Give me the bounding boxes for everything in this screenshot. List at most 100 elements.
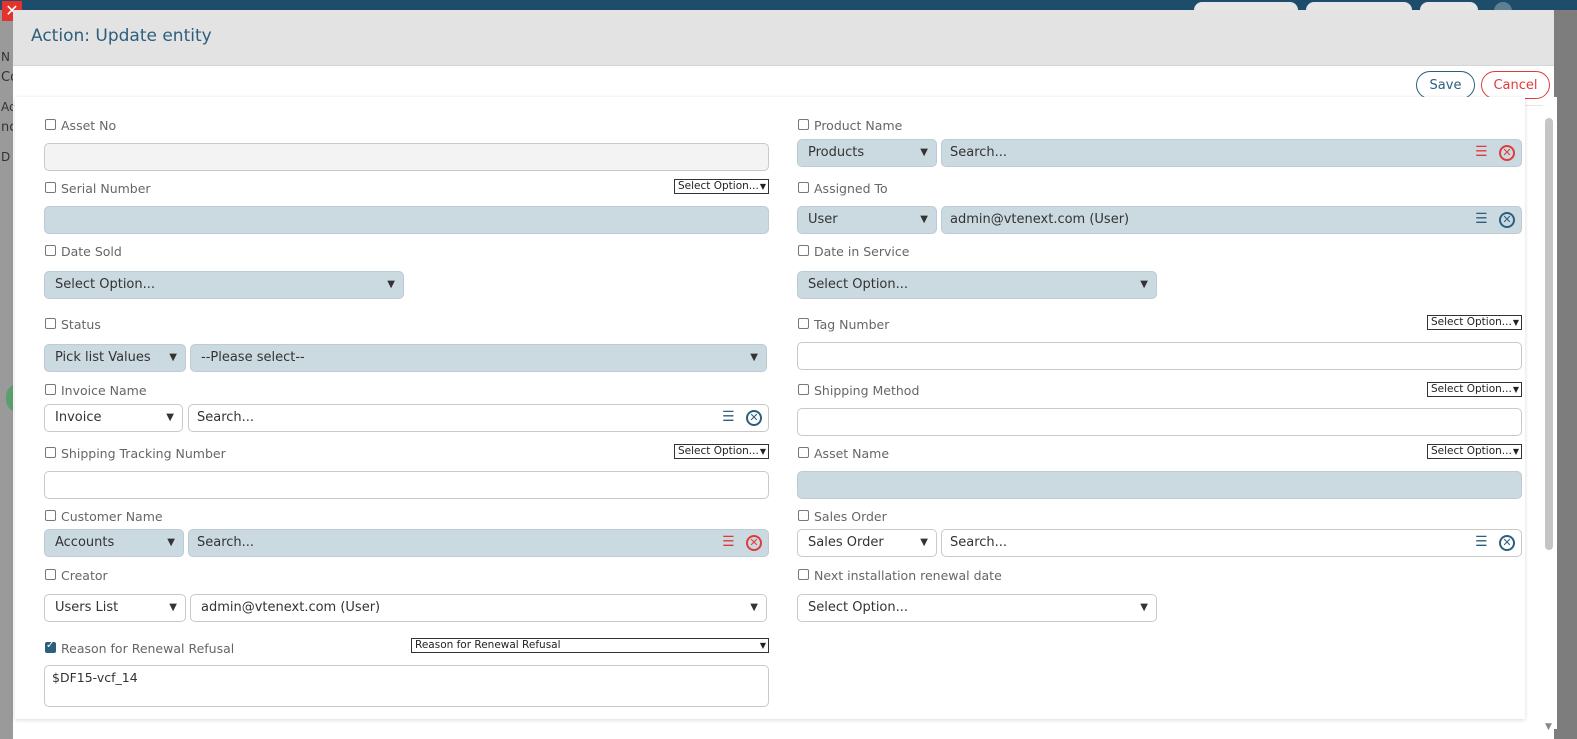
- shipping-method-option-select[interactable]: Select Option... ▼: [1427, 382, 1522, 397]
- chevron-down-icon: ▼: [920, 214, 928, 225]
- customer-search-input[interactable]: Search...: [188, 529, 769, 557]
- reason-refusal-checkbox[interactable]: [45, 640, 56, 653]
- chevron-down-icon: ▼: [1512, 318, 1519, 327]
- date-in-service-select[interactable]: Select Option... ▼: [797, 271, 1157, 299]
- list-icon[interactable]: ☰: [722, 535, 736, 549]
- asset-no-checkbox[interactable]: [45, 119, 56, 130]
- asset-no-input: [44, 143, 769, 171]
- product-name-checkbox[interactable]: [798, 119, 809, 130]
- clear-icon[interactable]: ✕: [1499, 145, 1515, 161]
- assigned-to-input[interactable]: admin@vtenext.com (User): [941, 206, 1522, 234]
- chevron-down-icon: ▼: [1140, 279, 1148, 290]
- list-icon[interactable]: ☰: [1475, 145, 1489, 159]
- shipping-tracking-number-checkbox[interactable]: [45, 447, 56, 458]
- shipping-tracking-option-select[interactable]: Select Option... ▼: [674, 444, 769, 459]
- background-text: N: [1, 50, 10, 64]
- invoice-search-input[interactable]: Search...: [188, 404, 769, 432]
- chevron-down-icon: ▼: [169, 352, 177, 363]
- asset-name-label: Asset Name: [814, 446, 890, 461]
- serial-number-label: Serial Number: [61, 181, 151, 196]
- invoice-name-checkbox[interactable]: [45, 384, 56, 395]
- next-renewal-date-checkbox[interactable]: [798, 569, 809, 580]
- scroll-down-icon[interactable]: ▼: [1545, 722, 1552, 732]
- clear-icon[interactable]: ✕: [746, 410, 762, 426]
- tag-number-checkbox[interactable]: [798, 318, 809, 329]
- chevron-down-icon: ▼: [750, 602, 758, 613]
- save-button[interactable]: Save: [1416, 71, 1475, 99]
- serial-number-checkbox[interactable]: [45, 182, 56, 193]
- next-renewal-date-label: Next installation renewal date: [814, 568, 1002, 583]
- chevron-down-icon: ▼: [1512, 385, 1519, 394]
- customer-name-checkbox[interactable]: [45, 510, 56, 521]
- reason-refusal-label: Reason for Renewal Refusal: [61, 641, 235, 656]
- clear-icon[interactable]: ✕: [1499, 535, 1515, 551]
- creator-source-select[interactable]: Users List ▼: [44, 594, 186, 622]
- chevron-down-icon: ▼: [759, 182, 766, 191]
- modal-title: Action: Update entity: [31, 26, 212, 46]
- date-in-service-checkbox[interactable]: [798, 245, 809, 256]
- date-sold-select[interactable]: Select Option... ▼: [44, 271, 404, 299]
- reason-refusal-textarea[interactable]: $DF15-vcf_14: [44, 665, 769, 707]
- product-search-input[interactable]: Search...: [941, 139, 1522, 167]
- shipping-tracking-number-label: Shipping Tracking Number: [61, 446, 226, 461]
- sales-order-module-select[interactable]: Sales Order ▼: [797, 529, 937, 557]
- status-label: Status: [61, 317, 101, 332]
- chevron-down-icon: ▼: [167, 537, 175, 548]
- tag-number-input[interactable]: [797, 342, 1522, 370]
- customer-name-label: Customer Name: [61, 509, 163, 524]
- serial-number-option-select[interactable]: Select Option... ▼: [674, 179, 769, 194]
- product-name-label: Product Name: [814, 118, 903, 133]
- chevron-down-icon: ▼: [1512, 447, 1519, 456]
- chevron-down-icon: ▼: [166, 412, 174, 423]
- creator-value-select[interactable]: admin@vtenext.com (User) ▼: [190, 594, 767, 622]
- asset-name-checkbox[interactable]: [798, 447, 809, 458]
- creator-label: Creator: [61, 568, 108, 583]
- tag-number-option-select[interactable]: Select Option... ▼: [1427, 315, 1522, 330]
- scrollbar-thumb[interactable]: [1545, 118, 1553, 550]
- cancel-button[interactable]: Cancel: [1481, 71, 1550, 99]
- date-sold-label: Date Sold: [61, 244, 122, 259]
- assigned-to-label: Assigned To: [814, 181, 888, 196]
- product-module-select[interactable]: Products ▼: [797, 139, 937, 167]
- list-icon[interactable]: ☰: [1475, 535, 1489, 549]
- chevron-down-icon: ▼: [169, 602, 177, 613]
- next-renewal-date-select[interactable]: Select Option... ▼: [797, 594, 1157, 622]
- clear-icon[interactable]: ✕: [1499, 212, 1515, 228]
- shipping-method-checkbox[interactable]: [798, 384, 809, 395]
- chevron-down-icon: ▼: [920, 147, 928, 158]
- status-value-select[interactable]: --Please select-- ▼: [190, 344, 767, 372]
- creator-checkbox[interactable]: [45, 569, 56, 580]
- list-icon[interactable]: ☰: [1475, 212, 1489, 226]
- assigned-to-type-select[interactable]: User ▼: [797, 206, 937, 234]
- chevron-down-icon: ▼: [759, 447, 766, 456]
- asset-name-option-select[interactable]: Select Option... ▼: [1427, 444, 1522, 459]
- reason-refusal-option-select[interactable]: Reason for Renewal Refusal ▼: [411, 638, 769, 653]
- customer-module-select[interactable]: Accounts ▼: [44, 529, 184, 557]
- modal-header: Action: Update entity: [13, 10, 1554, 66]
- invoice-module-select[interactable]: Invoice ▼: [44, 404, 183, 432]
- asset-name-input[interactable]: [797, 471, 1522, 499]
- chevron-down-icon: ▼: [1140, 602, 1148, 613]
- assigned-to-checkbox[interactable]: [798, 182, 809, 193]
- status-source-select[interactable]: Pick list Values ▼: [44, 344, 186, 372]
- serial-number-input[interactable]: [44, 206, 769, 234]
- chevron-down-icon: ▼: [387, 279, 395, 290]
- sales-order-search-input[interactable]: Search...: [941, 529, 1522, 557]
- tag-number-label: Tag Number: [814, 317, 890, 332]
- clear-icon[interactable]: ✕: [746, 535, 762, 551]
- date-in-service-label: Date in Service: [814, 244, 910, 259]
- sales-order-label: Sales Order: [814, 509, 887, 524]
- list-icon[interactable]: ☰: [722, 410, 736, 424]
- background-text: D: [1, 150, 11, 164]
- shipping-method-input[interactable]: [797, 408, 1522, 436]
- chevron-down-icon: ▼: [920, 537, 928, 548]
- chevron-down-icon: ▼: [759, 641, 766, 650]
- invoice-name-label: Invoice Name: [61, 383, 147, 398]
- shipping-method-label: Shipping Method: [814, 383, 920, 398]
- date-sold-checkbox[interactable]: [45, 245, 56, 256]
- chevron-down-icon: ▼: [750, 352, 758, 363]
- asset-no-label: Asset No: [61, 118, 117, 133]
- status-checkbox[interactable]: [45, 318, 56, 329]
- sales-order-checkbox[interactable]: [798, 510, 809, 521]
- shipping-tracking-number-input[interactable]: [44, 471, 769, 499]
